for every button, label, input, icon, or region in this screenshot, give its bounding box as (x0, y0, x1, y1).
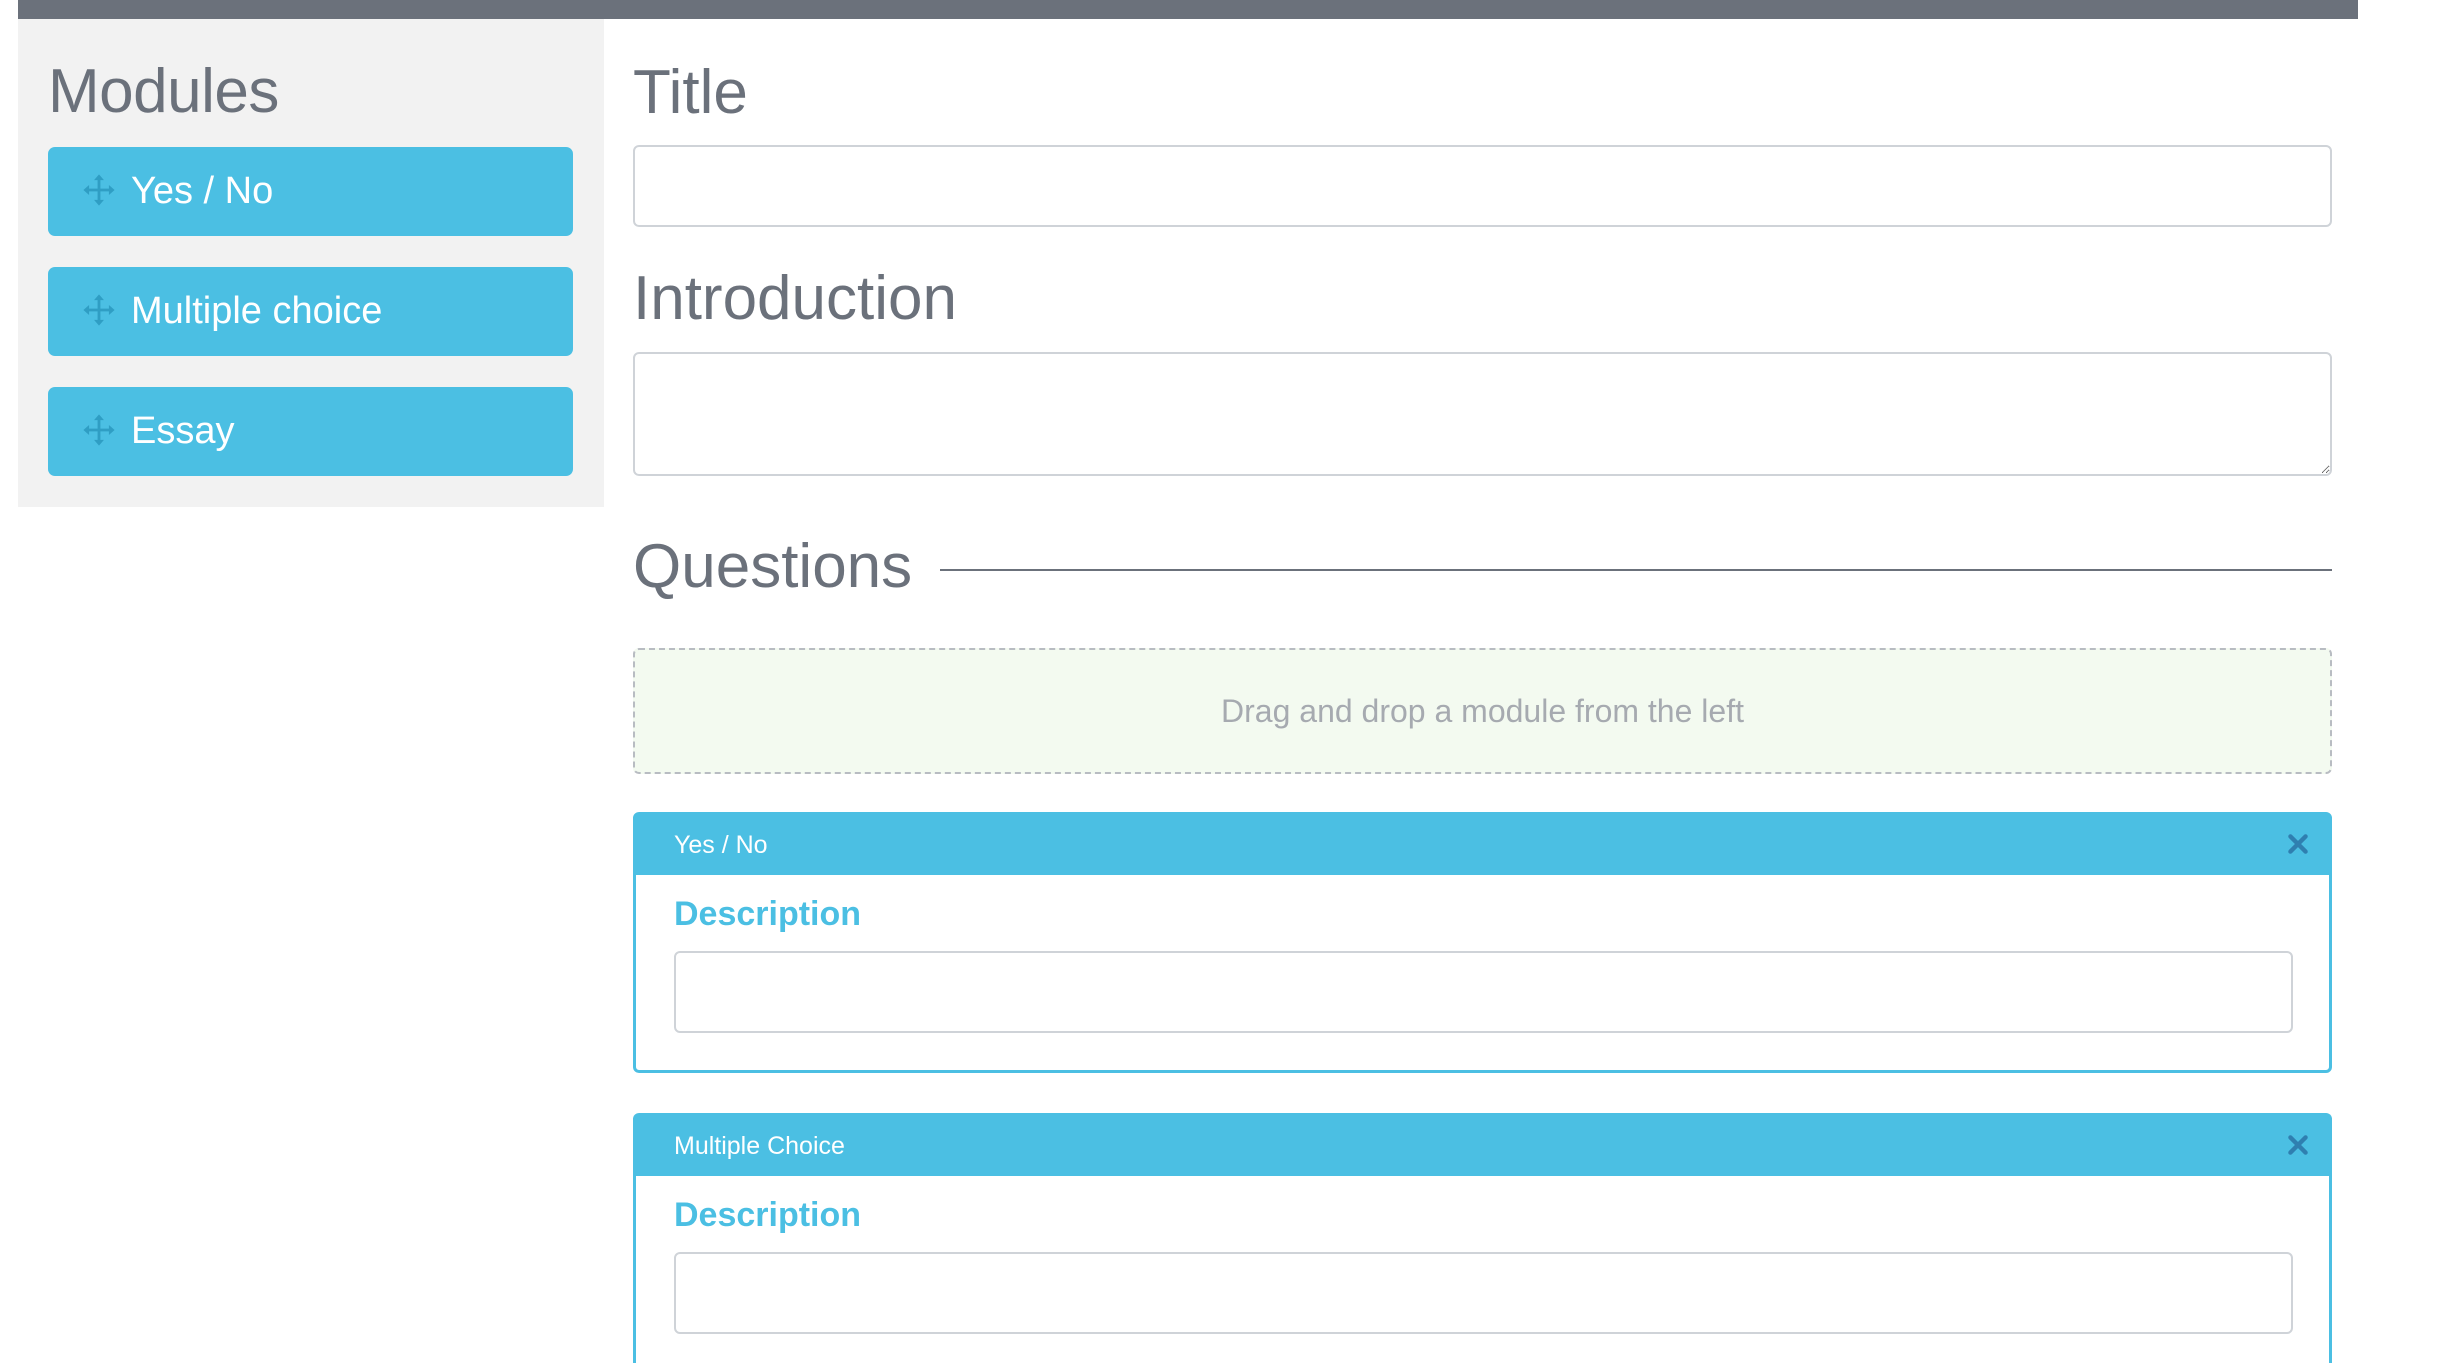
questions-divider (940, 569, 2332, 571)
title-label: Title (633, 58, 748, 127)
module-essay[interactable]: Essay (48, 387, 573, 476)
module-multiple-choice[interactable]: Multiple choice (48, 267, 573, 356)
close-icon[interactable] (2285, 831, 2311, 857)
move-icon (83, 173, 115, 206)
move-icon (83, 413, 115, 446)
module-yes-no[interactable]: Yes / No (48, 147, 573, 236)
dropzone-hint: Drag and drop a module from the left (1221, 692, 1744, 729)
question-dropzone[interactable]: Drag and drop a module from the left (633, 648, 2332, 774)
question-card-header: Multiple Choice (636, 1116, 2329, 1176)
question-type-label: Yes / No (674, 830, 768, 859)
module-label: Essay (131, 410, 235, 452)
move-icon (83, 293, 115, 326)
module-label: Yes / No (131, 170, 274, 212)
question-card-header: Yes / No (636, 815, 2329, 875)
description-label: Description (674, 895, 862, 933)
module-label: Multiple choice (131, 290, 383, 332)
description-label: Description (674, 1196, 862, 1234)
questions-heading: Questions (633, 532, 913, 601)
description-input[interactable] (674, 1252, 2293, 1334)
question-card-multiple-choice: Multiple Choice Description (633, 1113, 2332, 1363)
close-icon[interactable] (2285, 1132, 2311, 1158)
question-card-yes-no: Yes / No Description (633, 812, 2332, 1073)
title-input[interactable] (633, 145, 2332, 227)
modules-sidebar: Modules Yes / No Multiple choice Essay (18, 19, 604, 507)
top-bar (18, 0, 2358, 19)
introduction-textarea[interactable] (633, 352, 2332, 476)
sidebar-title: Modules (48, 57, 279, 126)
question-type-label: Multiple Choice (674, 1131, 845, 1160)
description-input[interactable] (674, 951, 2293, 1033)
introduction-label: Introduction (633, 264, 957, 333)
